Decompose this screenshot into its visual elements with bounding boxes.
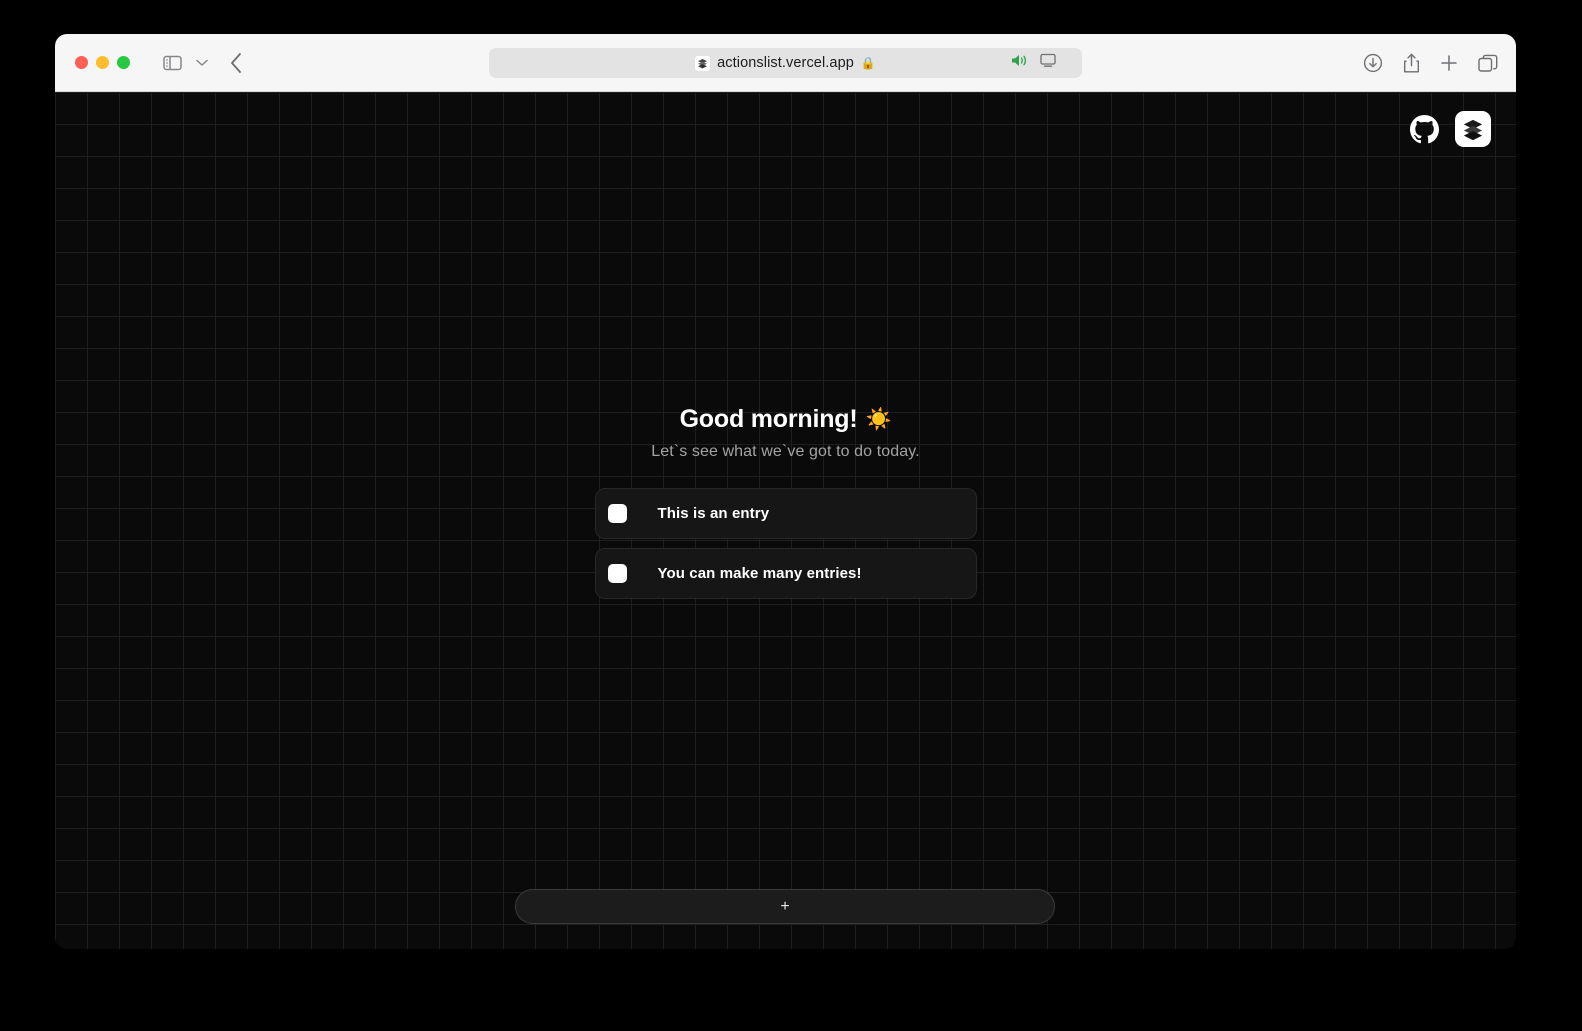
download-icon[interactable] bbox=[1363, 53, 1383, 73]
lock-icon: 🔒 bbox=[860, 56, 876, 70]
task-label: This is an entry bbox=[657, 505, 770, 522]
browser-toolbar: actionslist.vercel.app 🔒 bbox=[55, 34, 1516, 92]
app-header-actions bbox=[1410, 111, 1491, 147]
close-window-button[interactable] bbox=[75, 56, 88, 69]
minimize-window-button[interactable] bbox=[96, 56, 109, 69]
task-list: This is an entry You can make many entri… bbox=[594, 488, 977, 599]
list-item[interactable]: This is an entry bbox=[594, 488, 977, 539]
sun-icon: ☀️ bbox=[865, 408, 892, 431]
task-checkbox[interactable] bbox=[607, 564, 627, 583]
task-label: You can make many entries! bbox=[657, 565, 862, 582]
page-title: Good morning! ☀️ bbox=[680, 405, 892, 434]
maximize-window-button[interactable] bbox=[117, 56, 130, 69]
new-tab-icon[interactable] bbox=[1440, 54, 1458, 72]
task-checkbox[interactable] bbox=[607, 504, 627, 523]
window-controls bbox=[75, 56, 130, 69]
plus-icon: + bbox=[780, 897, 790, 915]
site-favicon-icon bbox=[695, 55, 711, 71]
github-icon[interactable] bbox=[1410, 114, 1439, 144]
greeting-text: Good morning! bbox=[679, 405, 858, 433]
audio-playing-icon[interactable] bbox=[1011, 54, 1028, 73]
layers-stack-icon[interactable] bbox=[1455, 111, 1491, 147]
toolbar-actions bbox=[1363, 34, 1498, 92]
address-bar[interactable]: actionslist.vercel.app 🔒 bbox=[489, 48, 1082, 78]
share-icon[interactable] bbox=[1403, 53, 1420, 74]
page-subtitle: Let`s see what we`ve got to do today. bbox=[651, 443, 920, 460]
add-entry-button[interactable]: + bbox=[515, 889, 1055, 924]
tab-overview-icon[interactable] bbox=[1478, 54, 1498, 73]
sidebar-toggle-icon[interactable] bbox=[163, 55, 182, 71]
chevron-down-icon[interactable] bbox=[196, 59, 208, 67]
address-bar-url: actionslist.vercel.app bbox=[717, 55, 854, 71]
back-button[interactable] bbox=[230, 52, 242, 73]
screen-mirror-icon[interactable] bbox=[1040, 53, 1056, 73]
web-page-content: Good morning! ☀️ Let`s see what we`ve go… bbox=[55, 92, 1516, 949]
main-content: Good morning! ☀️ Let`s see what we`ve go… bbox=[55, 405, 1516, 599]
list-item[interactable]: You can make many entries! bbox=[594, 548, 977, 599]
browser-window: actionslist.vercel.app 🔒 Good morning! ☀… bbox=[55, 34, 1516, 949]
